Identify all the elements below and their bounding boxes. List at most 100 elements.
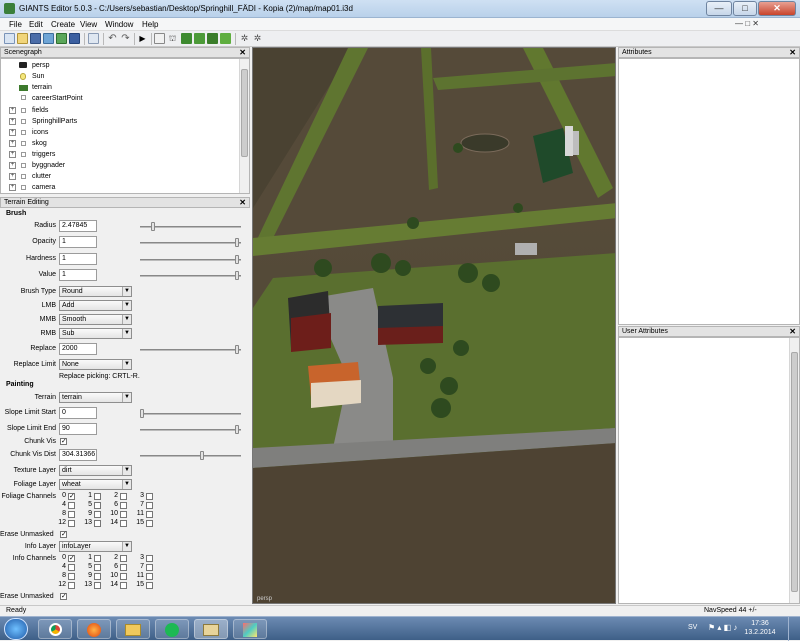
tree-item-skog[interactable]: skog [19, 138, 47, 149]
slope-limit-end-field[interactable]: 90 [59, 423, 97, 435]
slope-limit-end-slider-handle[interactable] [235, 425, 239, 434]
menu-view[interactable]: View [80, 20, 97, 29]
info-channel-checkbox[interactable] [94, 573, 101, 580]
tree-item-careerstartpoint[interactable]: careerStartPoint [19, 93, 83, 104]
foliage-channel-checkbox[interactable] [146, 493, 153, 500]
terrain-select[interactable]: terrain ▼ [59, 392, 132, 403]
minimize-button[interactable]: — [706, 1, 732, 16]
chunk-vis-dist-slider[interactable] [140, 451, 241, 460]
slope-limit-start-slider[interactable] [140, 409, 241, 418]
show-desktop-button[interactable] [788, 617, 800, 641]
foliage-channel-checkbox[interactable] [94, 520, 101, 527]
info-channel-checkbox[interactable] [68, 564, 75, 571]
info-channel-checkbox[interactable] [146, 573, 153, 580]
scenegraph-scrollbar[interactable] [239, 59, 249, 193]
slope-limit-start-field[interactable]: 0 [59, 407, 97, 419]
start-button[interactable] [4, 618, 28, 640]
slope-limit-end-slider[interactable] [140, 425, 241, 434]
info-channel-checkbox[interactable] [120, 555, 127, 562]
hardness-slider[interactable] [140, 255, 241, 264]
expand-icon[interactable]: + [9, 173, 16, 180]
close-button[interactable]: ✕ [758, 1, 796, 16]
info-channel-checkbox[interactable] [120, 564, 127, 571]
tree-item-sun[interactable]: Sun [19, 71, 44, 82]
maximize-button[interactable]: □ [733, 1, 757, 16]
select-icon[interactable] [154, 33, 165, 44]
menu-window[interactable]: Window [105, 20, 133, 29]
foliage-channel-checkbox[interactable] [146, 511, 153, 518]
info-channel-checkbox[interactable] [146, 555, 153, 562]
foliage-channel-checkbox[interactable] [146, 502, 153, 509]
foliage-channel-checkbox[interactable] [94, 502, 101, 509]
foliage-channel-checkbox[interactable] [120, 520, 127, 527]
foliage-channel-checkbox[interactable] [68, 502, 75, 509]
scrollbar-thumb[interactable] [791, 352, 798, 592]
menu-file[interactable]: File [9, 20, 22, 29]
terrain-editing-close-icon[interactable]: ✕ [239, 198, 246, 207]
save-all-icon[interactable] [69, 33, 80, 44]
tray-icons[interactable]: ⚑ ▴ ◧ ♪ [708, 623, 737, 632]
terrain-paint-icon[interactable] [194, 33, 205, 44]
foliage-layer-select[interactable]: wheat ▼ [59, 479, 132, 490]
expand-icon[interactable]: + [9, 129, 16, 136]
erase-unmasked2-checkbox[interactable]: ✓ [60, 593, 67, 600]
import-icon[interactable] [43, 33, 54, 44]
info-channel-checkbox[interactable] [146, 564, 153, 571]
spotify-icon[interactable] [155, 619, 189, 639]
radius-slider[interactable] [140, 222, 241, 231]
scenegraph-close-icon[interactable]: ✕ [239, 48, 246, 57]
export-icon[interactable] [56, 33, 67, 44]
foliage-channel-checkbox[interactable] [94, 511, 101, 518]
foliage-channel-checkbox[interactable] [120, 511, 127, 518]
chrome-icon[interactable] [38, 619, 72, 639]
hardness-slider-handle[interactable] [235, 255, 239, 264]
replace-slider[interactable] [140, 345, 241, 354]
tree-item-camera[interactable]: camera [19, 182, 55, 193]
expand-icon[interactable]: + [9, 118, 16, 125]
copy-icon[interactable] [88, 33, 99, 44]
info-channel-checkbox[interactable] [146, 582, 153, 589]
erase-unmasked-checkbox[interactable]: ✓ [60, 531, 67, 538]
giants-editor-icon[interactable] [194, 619, 228, 639]
foliage-channel-checkbox[interactable]: ✓ [68, 493, 75, 500]
foliage-channel-checkbox[interactable] [68, 511, 75, 518]
play-icon[interactable]: ▶ [137, 33, 148, 44]
tree-item-terrain[interactable]: terrain [19, 82, 52, 93]
expand-icon[interactable]: + [9, 162, 16, 169]
replace-field[interactable]: 2000 [59, 343, 97, 355]
lmb-select[interactable]: Add ▼ [59, 300, 132, 311]
tree-item-persp[interactable]: persp [19, 60, 50, 71]
expand-icon[interactable]: + [9, 184, 16, 191]
info-channel-checkbox[interactable] [94, 582, 101, 589]
clock[interactable]: 17:36 13.2.2014 [740, 619, 780, 637]
tree-item-icons[interactable]: icons [19, 127, 48, 138]
mdi-window-controls[interactable]: — □ ✕ [735, 19, 759, 28]
terrain-sculpt-icon[interactable] [181, 33, 192, 44]
chunk-vis-checkbox[interactable]: ✓ [60, 438, 67, 445]
language-indicator[interactable]: SV [688, 624, 697, 631]
opacity-slider-handle[interactable] [235, 238, 239, 247]
brush-type-select[interactable]: Round ▼ [59, 286, 132, 297]
slope-limit-start-slider-handle[interactable] [140, 409, 144, 418]
replace-limit-select[interactable]: None ▼ [59, 359, 132, 370]
expand-icon[interactable]: + [9, 140, 16, 147]
attributes-close-icon[interactable]: ✕ [789, 48, 796, 57]
chunk-vis-dist-slider-handle[interactable] [199, 451, 204, 460]
foliage-icon[interactable] [207, 33, 218, 44]
scrollbar-thumb[interactable] [241, 69, 248, 157]
tree-item-byggnader[interactable]: byggnader [19, 160, 65, 171]
info-channel-checkbox[interactable] [94, 555, 101, 562]
radius-slider-handle[interactable] [151, 222, 156, 231]
open-icon[interactable] [17, 33, 28, 44]
move-icon[interactable]: ⛫ [167, 33, 178, 44]
expand-icon[interactable]: + [9, 107, 16, 114]
tree-item-springhillparts[interactable]: SpringhillParts [19, 116, 77, 127]
radius-field[interactable]: 2.47845 [59, 220, 97, 232]
3d-viewport[interactable]: persp [252, 47, 616, 604]
tree-item-triggers[interactable]: triggers [19, 149, 55, 160]
info-channel-checkbox[interactable] [68, 573, 75, 580]
new-icon[interactable] [4, 33, 15, 44]
foliage-channel-checkbox[interactable] [120, 493, 127, 500]
gizmo-icon[interactable]: ✲ [252, 33, 263, 44]
foliage-channel-checkbox[interactable] [94, 493, 101, 500]
